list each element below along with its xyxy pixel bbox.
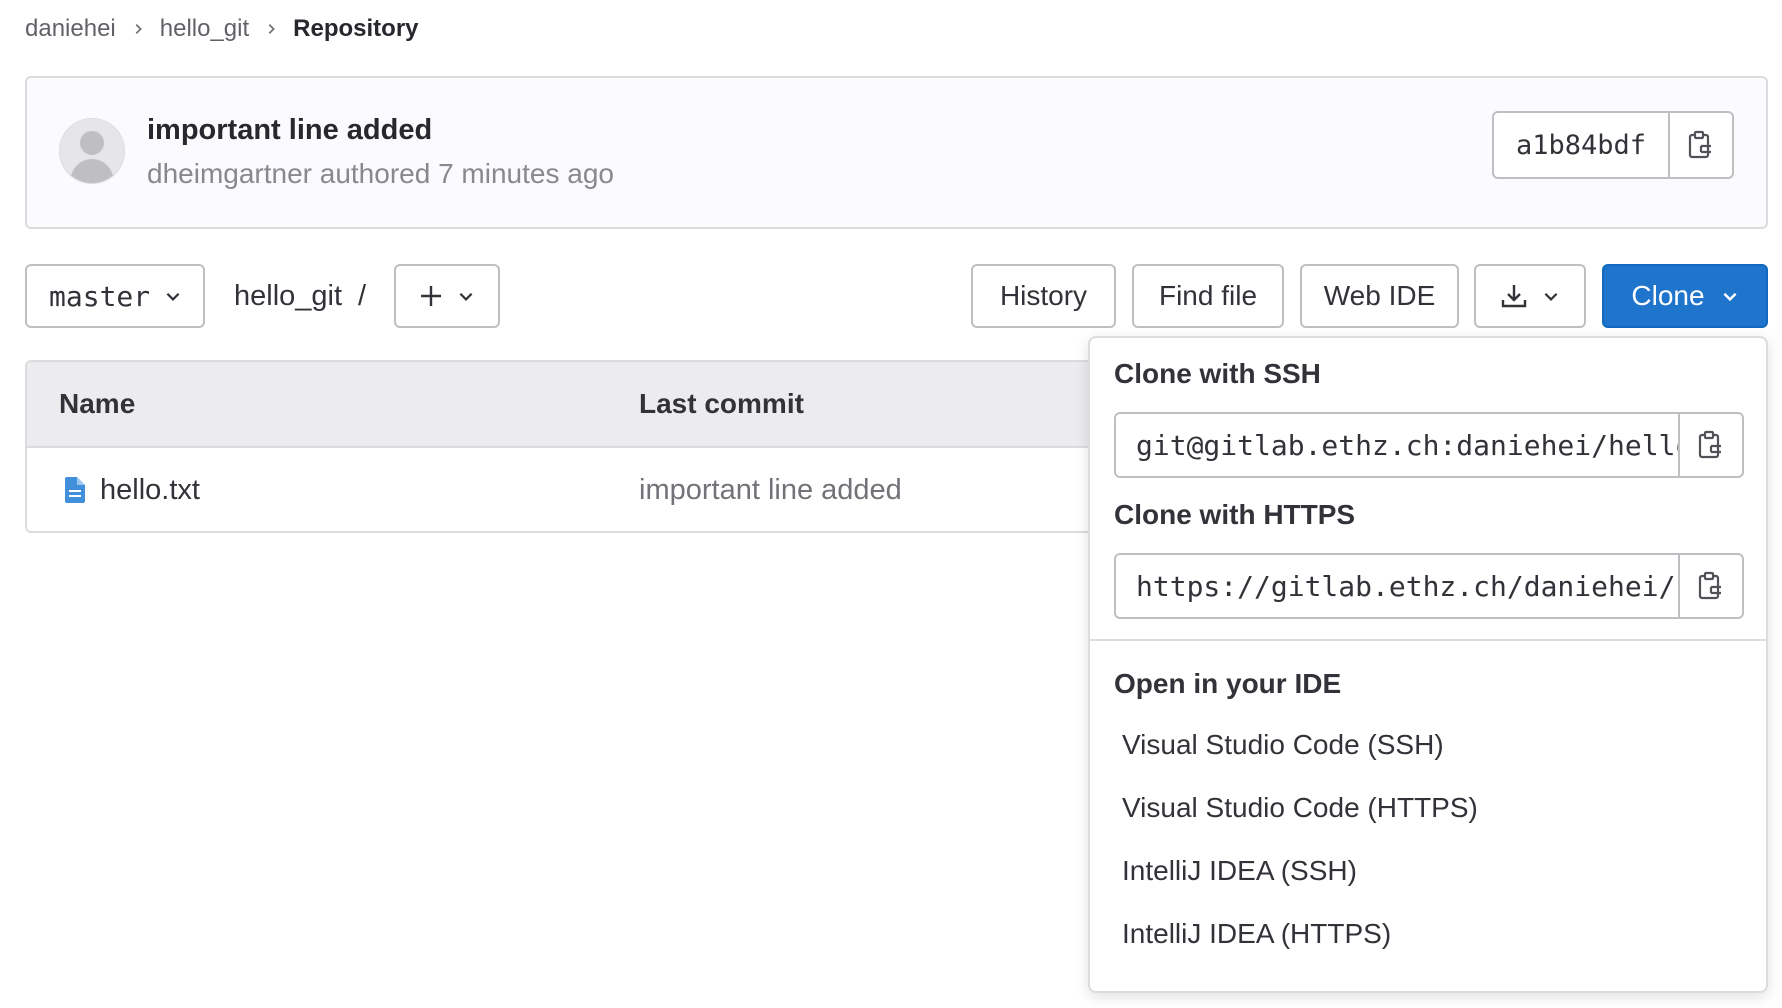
repository-path: hello_git / [234, 264, 366, 328]
https-url-input[interactable]: https://gitlab.ethz.ch/daniehei/hello_gi… [1116, 555, 1680, 617]
web-ide-button[interactable]: Web IDE [1300, 264, 1459, 328]
breadcrumb-item-project[interactable]: hello_git [160, 15, 249, 43]
clone-https-header: Clone with HTTPS [1114, 499, 1356, 530]
avatar[interactable] [59, 118, 125, 184]
commit-sha-group: a1b84bdf [1491, 111, 1734, 179]
clone-ssh-header: Clone with SSH [1114, 358, 1321, 389]
column-header-name: Name [59, 388, 136, 419]
path-root-link[interactable]: hello_git [234, 280, 342, 313]
file-name-link[interactable]: hello.txt [100, 474, 200, 507]
path-separator: / [358, 279, 367, 312]
copy-ssh-url-button[interactable] [1680, 414, 1742, 476]
ide-item-vscode-ssh[interactable]: Visual Studio Code (SSH) [1122, 729, 1444, 761]
copy-to-clipboard-icon [1688, 130, 1711, 159]
ssh-url-field: git@gitlab.ethz.ch:daniehei/hello_git.gi… [1114, 412, 1744, 478]
breadcrumb-item-namespace[interactable]: daniehei [25, 15, 116, 43]
default-avatar-icon [70, 131, 114, 183]
add-to-tree-button[interactable] [394, 264, 500, 328]
https-url-field: https://gitlab.ethz.ch/daniehei/hello_gi… [1114, 553, 1744, 619]
ide-item-intellij-https[interactable]: IntelliJ IDEA (HTTPS) [1122, 918, 1391, 950]
file-text-icon [65, 477, 85, 503]
commit-title[interactable]: important line added [147, 114, 432, 147]
ssh-url-input[interactable]: git@gitlab.ethz.ch:daniehei/hello_git.gi… [1116, 414, 1680, 476]
chevron-down-icon [1544, 292, 1558, 301]
chevron-right-icon [268, 24, 276, 34]
last-commit-card: important line added dheimgartner author… [25, 76, 1768, 229]
branch-selector[interactable]: master [25, 264, 205, 328]
breadcrumb: daniehei hello_git Repository [25, 12, 419, 46]
dropdown-divider [1090, 639, 1766, 641]
branch-name: master [49, 279, 151, 313]
chevron-down-icon [459, 292, 473, 301]
download-button[interactable] [1474, 264, 1586, 328]
history-button[interactable]: History [971, 264, 1116, 328]
chevron-down-icon [1723, 292, 1737, 302]
clone-button[interactable]: Clone [1602, 264, 1768, 328]
copy-sha-button[interactable] [1670, 113, 1732, 177]
chevron-right-icon [135, 24, 142, 34]
download-icon [1501, 285, 1527, 308]
clone-dropdown-menu: Clone with SSH git@gitlab.ethz.ch:danieh… [1088, 336, 1768, 993]
column-header-last-commit: Last commit [639, 388, 804, 419]
plus-icon [421, 286, 441, 306]
commit-author-meta: dheimgartner authored 7 minutes ago [147, 158, 614, 189]
copy-to-clipboard-icon [1698, 430, 1721, 459]
find-file-button[interactable]: Find file [1132, 264, 1284, 328]
breadcrumb-current[interactable]: Repository [293, 15, 418, 43]
clone-button-label: Clone [1631, 280, 1705, 311]
copy-to-clipboard-icon [1698, 571, 1721, 600]
chevron-down-icon [166, 292, 180, 301]
ide-item-intellij-ssh[interactable]: IntelliJ IDEA (SSH) [1122, 855, 1357, 887]
copy-https-url-button[interactable] [1680, 555, 1742, 617]
ide-item-vscode-https[interactable]: Visual Studio Code (HTTPS) [1122, 792, 1478, 824]
file-last-commit-link[interactable]: important line added [639, 474, 902, 507]
commit-sha[interactable]: a1b84bdf [1494, 113, 1670, 177]
open-in-ide-header: Open in your IDE [1114, 668, 1342, 699]
